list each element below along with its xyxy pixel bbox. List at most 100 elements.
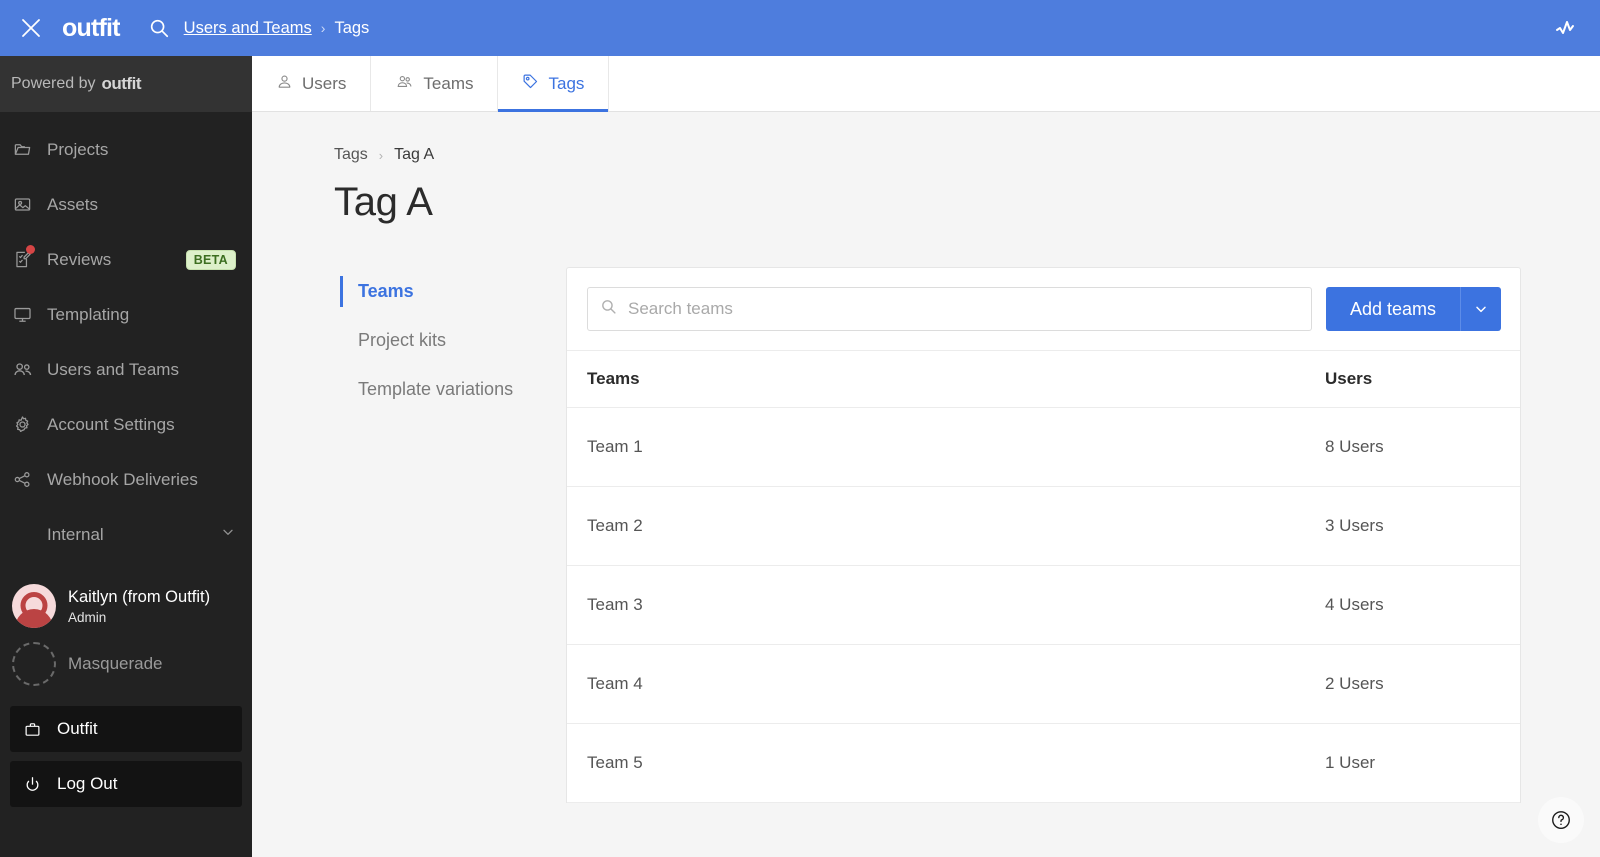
sidebar-item-label: Templating xyxy=(47,304,130,324)
user-icon xyxy=(276,73,293,95)
team-icon xyxy=(395,73,414,95)
sidebar-item-webhook-deliveries[interactable]: Webhook Deliveries xyxy=(0,452,252,507)
gear-icon xyxy=(13,415,39,434)
page-breadcrumb: Tags › Tag A xyxy=(334,146,1600,164)
sidebar-group-internal[interactable]: Internal xyxy=(0,507,252,562)
outfit-button[interactable]: Outfit xyxy=(10,706,242,752)
tab-bar: Users Teams Tags xyxy=(252,56,1600,112)
sidebar-item-label: Webhook Deliveries xyxy=(47,469,198,489)
users-icon xyxy=(13,360,39,380)
columns: Teams Project kits Template variations S… xyxy=(334,267,1600,803)
activity-icon[interactable] xyxy=(1548,11,1582,45)
sidebar-bottom-buttons: Outfit Log Out xyxy=(0,706,252,826)
powered-by-banner: Powered by outfit xyxy=(0,56,252,112)
subnav-item-template-variations[interactable]: Template variations xyxy=(338,365,566,414)
cell-team-name: Team 2 xyxy=(567,486,1305,566)
help-button[interactable] xyxy=(1538,797,1584,843)
top-bar: outfit Users and Teams › Tags xyxy=(0,0,1600,56)
tab-tags[interactable]: Tags xyxy=(498,56,610,112)
user-text: Kaitlyn (from Outfit) Admin xyxy=(68,587,210,625)
chevron-down-icon[interactable] xyxy=(1460,287,1501,331)
breadcrumb-link-users-and-teams[interactable]: Users and Teams xyxy=(184,19,312,38)
outfit-button-label: Outfit xyxy=(57,719,98,738)
search-field-wrapper xyxy=(587,287,1312,331)
share-icon xyxy=(13,470,39,489)
cell-user-count: 3 Users xyxy=(1305,486,1520,566)
search-icon[interactable] xyxy=(144,13,174,43)
powered-by-text: Powered by xyxy=(11,75,96,92)
breadcrumb-tags[interactable]: Tags xyxy=(334,146,368,164)
cell-team-name: Team 5 xyxy=(567,723,1305,803)
sidebar-nav: Projects Assets Reviews BETA Templating … xyxy=(0,112,252,562)
sidebar-item-projects[interactable]: Projects xyxy=(0,122,252,177)
sidebar: Powered by outfit Projects Assets Review… xyxy=(0,56,252,857)
log-out-button[interactable]: Log Out xyxy=(10,761,242,807)
power-icon xyxy=(24,776,50,793)
subnav-item-project-kits[interactable]: Project kits xyxy=(338,316,566,365)
cell-user-count: 1 User xyxy=(1305,723,1520,803)
cell-user-count: 8 Users xyxy=(1305,407,1520,487)
breadcrumb-separator: › xyxy=(320,20,326,36)
cell-team-name: Team 1 xyxy=(567,407,1305,487)
main-content: Users Teams Tags Tags › Tag A Tag A Team… xyxy=(252,56,1600,857)
table-row[interactable]: Team 3 4 Users xyxy=(567,565,1520,645)
sidebar-item-label: Projects xyxy=(47,139,109,159)
subnav-label: Project kits xyxy=(358,330,447,350)
tag-icon xyxy=(522,73,539,95)
breadcrumb-current-tags: Tags xyxy=(334,18,370,37)
notification-dot xyxy=(26,245,35,254)
sidebar-item-users-and-teams[interactable]: Users and Teams xyxy=(0,342,252,397)
content-area: Tags › Tag A Tag A Teams Project kits Te… xyxy=(252,112,1600,857)
breadcrumb-separator: › xyxy=(378,147,384,163)
sub-nav: Teams Project kits Template variations xyxy=(334,267,566,803)
powered-by-logo: outfit xyxy=(101,74,142,93)
app-root: outfit Users and Teams › Tags Powered by… xyxy=(0,0,1600,857)
tab-teams[interactable]: Teams xyxy=(371,56,499,111)
search-input[interactable] xyxy=(587,287,1312,331)
add-teams-button[interactable]: Add teams xyxy=(1325,287,1460,331)
table-header-row: Teams Users xyxy=(567,350,1520,408)
column-header-teams: Teams xyxy=(567,350,1305,408)
breadcrumb: Users and Teams › Tags xyxy=(184,19,370,38)
table-row[interactable]: Team 1 8 Users xyxy=(567,407,1520,487)
content-inner: Tags › Tag A Tag A Teams Project kits Te… xyxy=(252,146,1600,803)
masquerade-label: Masquerade xyxy=(68,654,163,673)
masquerade-avatar-placeholder xyxy=(12,642,56,686)
review-icon xyxy=(13,245,39,269)
tab-label: Users xyxy=(302,73,347,93)
body-split: Powered by outfit Projects Assets Review… xyxy=(0,56,1600,857)
sidebar-item-assets[interactable]: Assets xyxy=(0,177,252,232)
teams-panel: Add teams Teams U xyxy=(566,267,1521,803)
log-out-button-label: Log Out xyxy=(57,774,118,793)
sidebar-item-reviews[interactable]: Reviews BETA xyxy=(0,232,252,287)
sidebar-group-label: Internal xyxy=(47,524,104,544)
brand-logo: outfit xyxy=(62,13,120,42)
cell-team-name: Team 3 xyxy=(567,565,1305,645)
teams-table: Teams Users Team 1 8 Users Team 2 3 User… xyxy=(567,350,1520,803)
masquerade-button[interactable]: Masquerade xyxy=(12,642,240,686)
cell-user-count: 2 Users xyxy=(1305,644,1520,724)
add-teams-button-group: Add teams xyxy=(1325,287,1501,331)
sidebar-item-label: Account Settings xyxy=(47,414,175,434)
top-bar-right xyxy=(1548,11,1582,45)
folder-icon xyxy=(13,140,39,159)
subnav-label: Teams xyxy=(358,281,414,301)
avatar xyxy=(12,584,56,628)
sidebar-item-templating[interactable]: Templating xyxy=(0,287,252,342)
table-row[interactable]: Team 4 2 Users xyxy=(567,644,1520,724)
close-icon[interactable] xyxy=(14,11,48,45)
tab-users[interactable]: Users xyxy=(252,56,372,111)
subnav-label: Template variations xyxy=(358,379,514,399)
user-name: Kaitlyn (from Outfit) xyxy=(68,588,211,607)
image-icon xyxy=(13,195,39,214)
user-block: Kaitlyn (from Outfit) Admin Masquerade xyxy=(0,584,252,686)
user-profile[interactable]: Kaitlyn (from Outfit) Admin xyxy=(12,584,240,628)
table-row[interactable]: Team 2 3 Users xyxy=(567,486,1520,566)
cell-team-name: Team 4 xyxy=(567,644,1305,724)
sidebar-item-label: Assets xyxy=(47,194,99,214)
table-row[interactable]: Team 5 1 User xyxy=(567,723,1520,803)
subnav-item-teams[interactable]: Teams xyxy=(338,267,566,316)
chevron-down-icon xyxy=(220,524,236,545)
sidebar-item-account-settings[interactable]: Account Settings xyxy=(0,397,252,452)
column-header-users: Users xyxy=(1305,350,1520,408)
